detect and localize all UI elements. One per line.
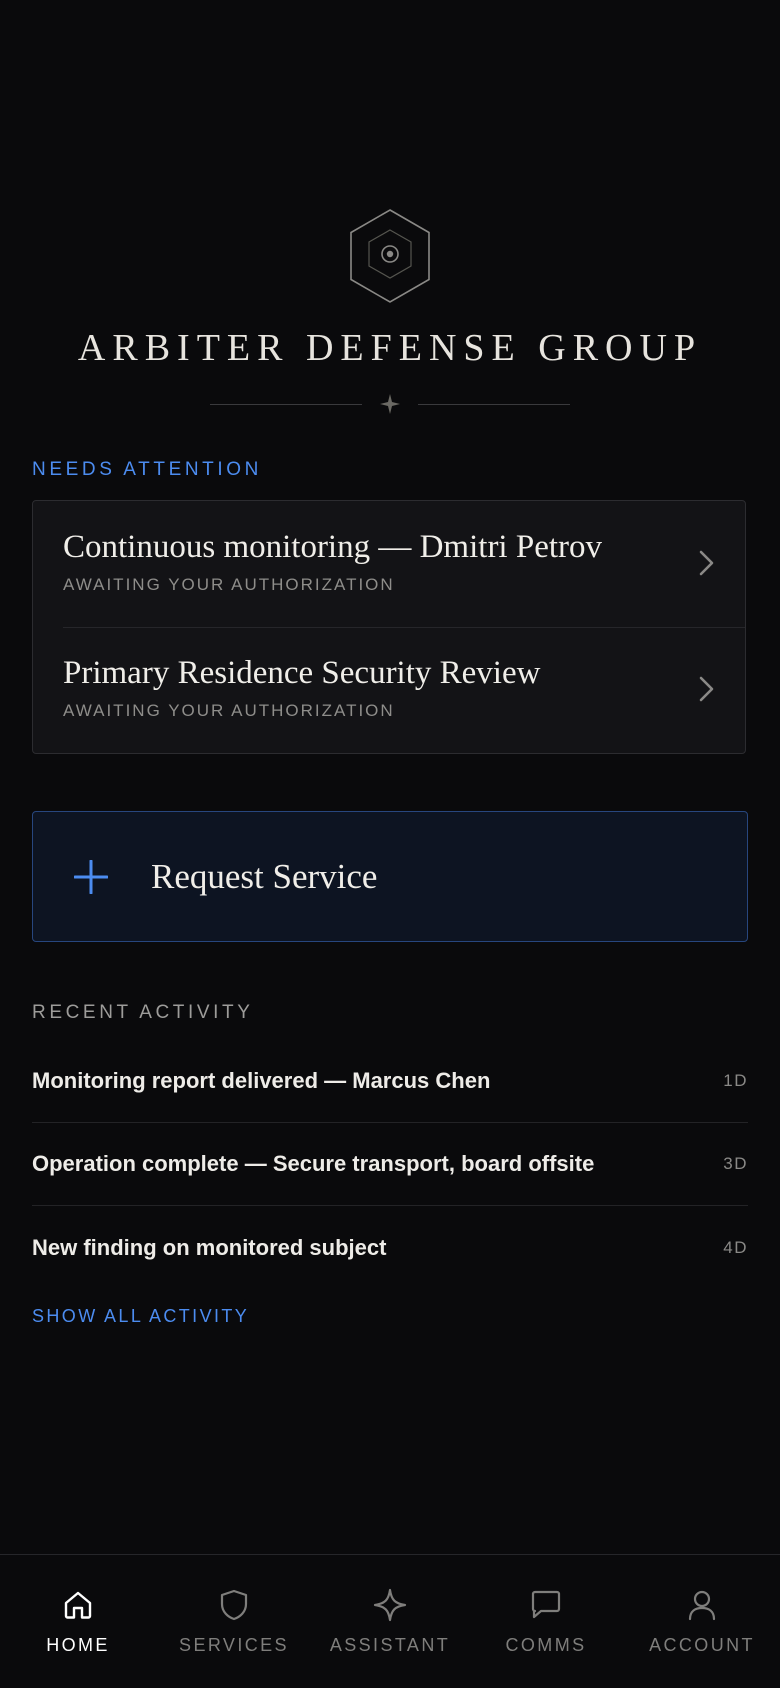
nav-item-account[interactable]: ACCOUNT	[624, 1555, 780, 1688]
attention-item[interactable]: Continuous monitoring — Dmitri Petrov AW…	[33, 501, 745, 627]
divider-line-left	[210, 403, 362, 405]
chevron-right-icon	[699, 676, 714, 702]
attention-item-status: AWAITING YOUR AUTHORIZATION	[63, 575, 395, 594]
brand-name: ARBITER DEFENSE GROUP	[77, 327, 703, 369]
nav-label: HOME	[46, 1635, 110, 1655]
show-all-activity-link[interactable]: SHOW ALL ACTIVITY	[32, 1306, 249, 1327]
nav-label: ASSISTANT	[329, 1635, 451, 1655]
nav-item-assistant[interactable]: ASSISTANT	[312, 1555, 468, 1688]
nav-label: ACCOUNT	[649, 1635, 755, 1655]
recent-activity-heading: RECENT ACTIVITY	[32, 1002, 254, 1023]
request-service-button[interactable]: Request Service	[32, 811, 748, 942]
nav-item-comms[interactable]: COMMS	[468, 1555, 624, 1688]
brand-divider	[0, 394, 780, 414]
attention-item-status: AWAITING YOUR AUTHORIZATION	[63, 701, 395, 720]
divider-star	[362, 394, 418, 414]
four-point-star-icon	[380, 394, 400, 414]
activity-age: 4D	[723, 1237, 748, 1257]
activity-text: New finding on monitored subject	[32, 1234, 387, 1260]
plus-icon	[73, 859, 109, 895]
attention-item-title: Primary Residence Security Review	[63, 655, 541, 691]
chevron-right-icon	[699, 550, 714, 576]
recent-activity-list: Monitoring report delivered — Marcus Che…	[32, 1040, 748, 1289]
sparkle-icon	[373, 1588, 407, 1622]
nav-label: COMMS	[505, 1635, 587, 1655]
shield-icon	[220, 1589, 248, 1621]
activity-text: Operation complete — Secure transport, b…	[32, 1151, 595, 1176]
activity-row[interactable]: Monitoring report delivered — Marcus Che…	[32, 1040, 748, 1123]
nav-item-home[interactable]: HOME	[0, 1555, 156, 1688]
home-icon	[64, 1591, 92, 1619]
attention-item-title: Continuous monitoring — Dmitri Petrov	[63, 529, 603, 565]
brand-logo	[0, 208, 780, 304]
activity-row[interactable]: New finding on monitored subject 4D	[32, 1206, 748, 1289]
attention-item[interactable]: Primary Residence Security Review AWAITI…	[33, 627, 745, 753]
bottom-nav: HOME SERVICES ASSISTANT COMMS ACCOUNT	[0, 1554, 780, 1688]
nav-label: SERVICES	[179, 1635, 289, 1655]
nav-item-services[interactable]: SERVICES	[156, 1555, 312, 1688]
activity-row[interactable]: Operation complete — Secure transport, b…	[32, 1123, 748, 1206]
divider-line-right	[418, 403, 570, 405]
activity-text: Monitoring report delivered — Marcus Che…	[32, 1068, 491, 1093]
needs-attention-card: Continuous monitoring — Dmitri Petrov AW…	[32, 500, 746, 754]
activity-age: 3D	[723, 1154, 748, 1173]
needs-attention-heading: NEEDS ATTENTION	[32, 459, 262, 480]
request-service-label: Request Service	[151, 856, 378, 896]
activity-age: 1D	[723, 1071, 748, 1090]
user-icon	[688, 1590, 716, 1621]
chat-bubble-icon	[531, 1590, 561, 1619]
hexagon-seal-icon	[350, 209, 430, 303]
